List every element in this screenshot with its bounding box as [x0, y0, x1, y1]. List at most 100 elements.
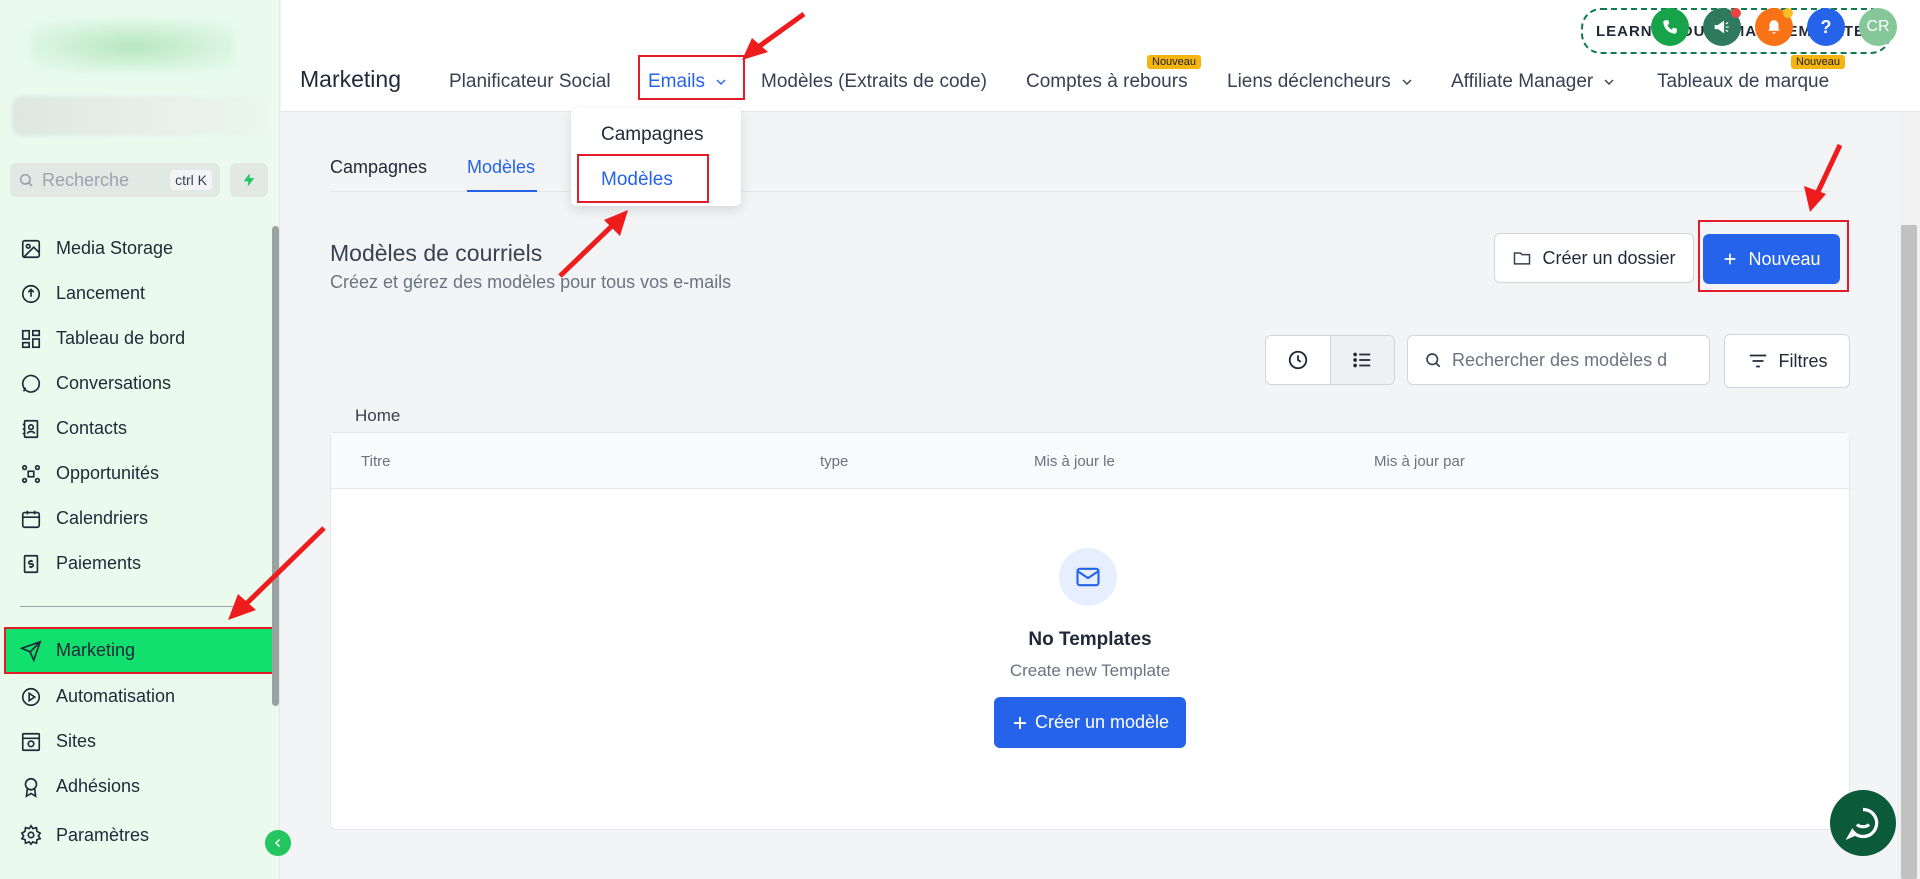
- list-view-button[interactable]: [1329, 336, 1394, 384]
- contacts-icon: [22, 419, 39, 438]
- sidebar-item-label: Paramètres: [56, 824, 150, 845]
- subtab-divider: [330, 191, 1830, 192]
- templates-table: Titre type Mis à jour le Mis à jour par …: [330, 432, 1850, 830]
- breadcrumb[interactable]: Home: [355, 406, 400, 426]
- list-icon: [1353, 352, 1371, 368]
- sidebar-divider: [20, 606, 240, 607]
- sidebar-search[interactable]: Recherche ctrl K: [10, 163, 220, 197]
- subtab-campagnes[interactable]: Campagnes: [330, 157, 427, 178]
- view-toggle: [1265, 335, 1395, 385]
- page-title: Marketing: [300, 66, 401, 92]
- search-placeholder: Rechercher des modèles d: [1452, 349, 1668, 370]
- new-badge: Nouveau: [1791, 55, 1846, 69]
- subtab-modeles[interactable]: Modèles: [467, 157, 535, 178]
- tab-tableaux-de-marque[interactable]: Tableaux de marque: [1657, 71, 1829, 93]
- create-template-button[interactable]: Créer un modèle: [994, 697, 1186, 748]
- new-button-highlight: [1698, 220, 1849, 292]
- megaphone-icon: [1714, 20, 1729, 34]
- tab-liens-declencheurs[interactable]: Liens déclencheurs: [1227, 71, 1415, 93]
- chat-bubble-icon: [1845, 807, 1879, 840]
- dropdown-item-campagnes[interactable]: Campagnes: [601, 124, 703, 146]
- sidebar-item-opportunites[interactable]: Opportunités: [0, 451, 280, 496]
- create-folder-button[interactable]: Créer un dossier: [1494, 233, 1694, 283]
- sidebar-item-media-storage[interactable]: Media Storage: [0, 226, 280, 271]
- phone-button[interactable]: [1651, 8, 1689, 46]
- help-button[interactable]: ?: [1807, 8, 1845, 46]
- announcements-button[interactable]: [1703, 8, 1741, 46]
- column-header[interactable]: Mis à jour par: [1374, 453, 1465, 470]
- sidebar-nav-secondary: Marketing Automatisation Sites Adhésions: [0, 627, 280, 809]
- sidebar-item-sites[interactable]: Sites: [0, 719, 280, 764]
- sidebar-scrollbar[interactable]: [272, 226, 279, 706]
- sidebar-item-label: Sites: [56, 731, 97, 751]
- phone-icon: [1663, 20, 1677, 34]
- create-template-label: Créer un modèle: [1034, 712, 1170, 732]
- template-search-input[interactable]: Rechercher des modèles d: [1407, 335, 1710, 385]
- chat-widget-button[interactable]: [1830, 790, 1896, 856]
- badge-icon: [24, 777, 38, 798]
- plus-icon: [1013, 716, 1026, 729]
- sidebar: Recherche ctrl K Media Storage Lancement…: [0, 0, 280, 879]
- search-icon: [19, 173, 33, 187]
- payments-icon: [23, 554, 39, 573]
- tab-label: Liens déclencheurs: [1227, 71, 1391, 92]
- tab-planificateur-social[interactable]: Planificateur Social: [449, 71, 611, 93]
- tab-label: Tableaux de marque: [1657, 71, 1830, 92]
- create-folder-label: Créer un dossier: [1542, 247, 1676, 268]
- column-header[interactable]: Titre: [361, 453, 390, 470]
- sidebar-search-placeholder: Recherche: [42, 169, 130, 190]
- recent-view-button[interactable]: [1266, 336, 1330, 384]
- sidebar-item-label: Automatisation: [56, 686, 176, 706]
- bolt-icon: [243, 173, 255, 187]
- bell-icon: [1768, 20, 1780, 34]
- quick-actions-button[interactable]: [230, 163, 268, 197]
- calendar-icon: [21, 510, 41, 528]
- sidebar-item-marketing[interactable]: Marketing: [4, 627, 274, 674]
- empty-state-subtitle: Create new Template: [1009, 661, 1171, 680]
- sidebar-item-contacts[interactable]: Contacts: [0, 406, 280, 451]
- column-header[interactable]: type: [820, 453, 848, 470]
- table-header: Titre type Mis à jour le Mis à jour par: [331, 433, 1849, 489]
- tab-modeles-extraits[interactable]: Modèles (Extraits de code): [761, 71, 987, 93]
- sidebar-item-label: Contacts: [56, 418, 128, 438]
- top-bar: LEARN ABOUT EMAIL TEMPLATES ? CR Marketi…: [281, 0, 1920, 112]
- gear-icon: [20, 824, 42, 846]
- notification-dot: [1731, 8, 1741, 18]
- sidebar-item-paiements[interactable]: Paiements: [0, 541, 280, 586]
- main-scrollbar-thumb[interactable]: [1901, 225, 1917, 879]
- sidebar-item-conversations[interactable]: Conversations: [0, 361, 280, 406]
- collapse-sidebar-button[interactable]: [265, 830, 291, 856]
- sidebar-item-label: Marketing: [56, 640, 136, 660]
- chevron-down-icon: [1604, 79, 1614, 85]
- empty-state-title: No Templates: [1028, 629, 1152, 650]
- notifications-button[interactable]: [1755, 8, 1793, 46]
- tab-affiliate-manager[interactable]: Affiliate Manager: [1451, 71, 1617, 93]
- sidebar-item-calendriers[interactable]: Calendriers: [0, 496, 280, 541]
- sidebar-item-settings[interactable]: Paramètres: [20, 824, 149, 846]
- tab-label: Modèles (Extraits de code): [761, 71, 987, 92]
- sidebar-item-automatisation[interactable]: Automatisation: [0, 674, 280, 719]
- chevron-down-icon: [1402, 79, 1412, 85]
- sidebar-item-adhesions[interactable]: Adhésions: [0, 764, 280, 809]
- sidebar-item-dashboard[interactable]: Tableau de bord: [0, 316, 280, 361]
- mail-icon: [1059, 548, 1117, 606]
- logo: [30, 20, 235, 72]
- sites-icon: [21, 732, 41, 751]
- chevron-left-icon: [274, 838, 281, 848]
- account-switcher[interactable]: [12, 96, 268, 136]
- column-header[interactable]: Mis à jour le: [1034, 453, 1115, 470]
- sidebar-item-label: Adhésions: [56, 776, 141, 796]
- tab-comptes-a-rebours[interactable]: Comptes à rebours: [1026, 71, 1188, 93]
- section-subtitle: Créez et gérez des modèles pour tous vos…: [330, 272, 732, 292]
- folder-icon: [1514, 252, 1531, 265]
- emails-dropdown: Campagnes Modèles: [571, 108, 741, 206]
- notification-dot: [1783, 8, 1793, 18]
- search-icon: [1426, 353, 1441, 368]
- avatar[interactable]: CR: [1859, 8, 1897, 46]
- filters-button[interactable]: Filtres: [1724, 334, 1850, 388]
- tab-label: Affiliate Manager: [1451, 71, 1594, 92]
- sidebar-item-label: Opportunités: [56, 463, 160, 483]
- rocket-icon: [21, 284, 41, 303]
- dashboard-icon: [21, 329, 41, 348]
- sidebar-item-lancement[interactable]: Lancement: [0, 271, 280, 316]
